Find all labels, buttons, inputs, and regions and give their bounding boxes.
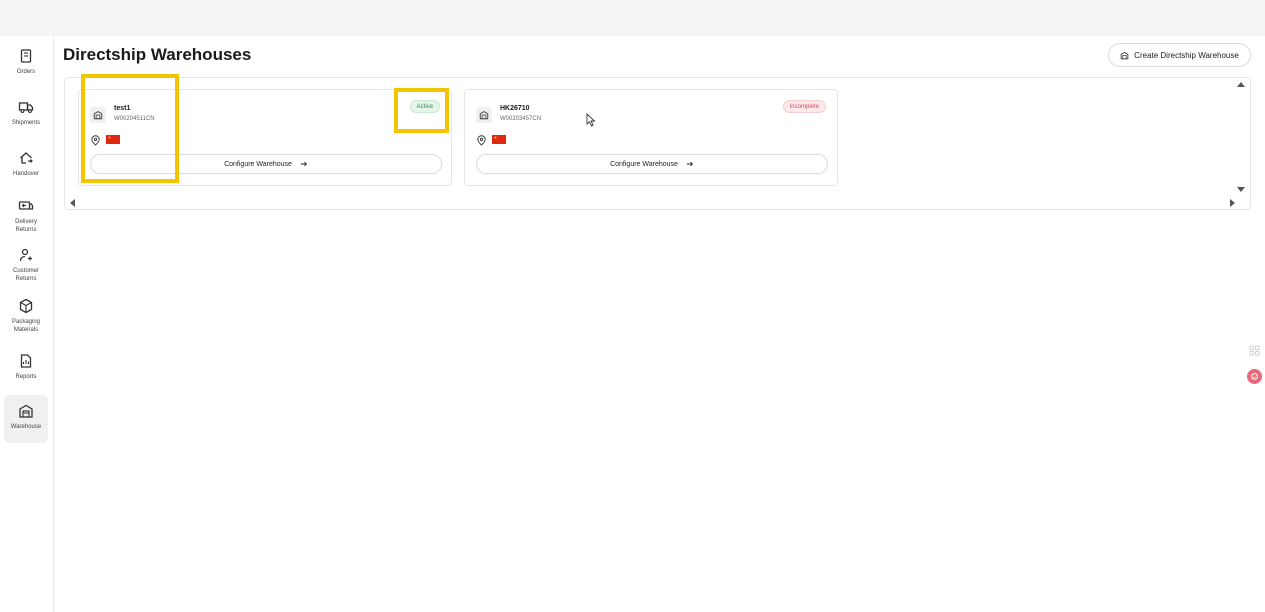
sidebar-item-label: Warehouse (10, 424, 42, 430)
highlight-box-warehouse-info (81, 74, 179, 183)
sidebar-item-reports[interactable]: Reports (4, 353, 48, 381)
highlight-box-status (394, 88, 449, 133)
warehouse-icon (1120, 51, 1129, 59)
apps-grid-icon[interactable] (1249, 345, 1260, 356)
warehouse-list: test1 W00204511CN Active Configure Wareh… (64, 74, 1251, 210)
assistant-icon[interactable] (1247, 369, 1262, 384)
configure-warehouse-label: Configure Warehouse (224, 160, 292, 168)
handover-icon (20, 152, 33, 164)
arrow-right-icon (300, 161, 307, 167)
configure-warehouse-button[interactable]: Configure Warehouse (476, 154, 828, 174)
location-pin-icon (477, 135, 486, 146)
warehouse-name: HK26710 (500, 105, 530, 112)
warehouse-card[interactable]: HK26710 W00203457CN Incomplete Configure… (464, 89, 838, 186)
scroll-up-arrow[interactable] (1237, 82, 1245, 87)
sidebar-item-label: Reports (15, 374, 37, 380)
app-window: Orders Shipments Handover Delivery Retur… (0, 0, 1265, 612)
sidebar: Orders Shipments Handover Delivery Retur… (0, 36, 54, 612)
configure-warehouse-label: Configure Warehouse (610, 160, 678, 168)
main-content: Directship Warehouses Create Directship … (54, 36, 1265, 612)
truck-icon (18, 102, 34, 113)
arrow-right-icon (686, 161, 693, 167)
china-flag-icon (492, 135, 506, 144)
scroll-right-arrow[interactable] (1230, 199, 1235, 207)
warehouse-icon (19, 404, 33, 418)
create-warehouse-label: Create Directship Warehouse (1134, 50, 1239, 60)
scroll-left-arrow[interactable] (70, 199, 75, 207)
status-badge: Incomplete (782, 100, 826, 113)
sidebar-item-label: Shipments (11, 120, 41, 126)
sidebar-item-orders[interactable]: Orders (4, 48, 48, 76)
sidebar-item-label: Delivery Returns (15, 219, 37, 233)
sidebar-item-handover[interactable]: Handover (4, 150, 48, 178)
sidebar-item-shipments[interactable]: Shipments (4, 99, 48, 127)
delivery-returns-icon (18, 201, 34, 210)
customer-returns-icon (19, 248, 32, 262)
sidebar-item-packaging-materials[interactable]: Packaging Materials (4, 298, 48, 334)
top-bar (0, 0, 1265, 36)
sidebar-item-warehouse[interactable]: Warehouse (4, 395, 48, 443)
page-title: Directship Warehouses (63, 45, 252, 64)
create-warehouse-button[interactable]: Create Directship Warehouse (1108, 43, 1251, 67)
sidebar-item-label: Handover (12, 171, 39, 177)
warehouse-icon (476, 107, 492, 123)
reports-icon (20, 354, 32, 368)
scroll-down-arrow[interactable] (1237, 187, 1245, 192)
warehouse-code: W00203457CN (500, 116, 542, 122)
sidebar-item-label: Customer Returns (12, 268, 39, 282)
sidebar-item-label: Orders (16, 69, 36, 75)
package-icon (19, 298, 33, 314)
sidebar-item-customer-returns[interactable]: Customer Returns (4, 247, 48, 283)
mouse-cursor-icon (586, 113, 596, 127)
orders-icon (20, 49, 32, 63)
sidebar-item-label: Packaging Materials (11, 319, 41, 333)
sidebar-item-delivery-returns[interactable]: Delivery Returns (4, 198, 48, 234)
